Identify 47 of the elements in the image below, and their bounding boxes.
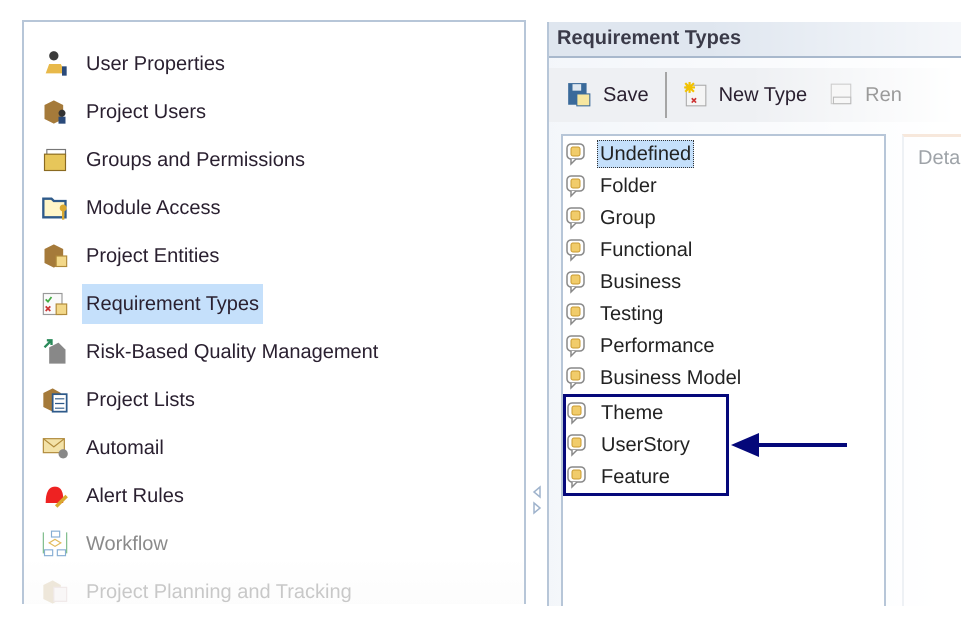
new-item-icon	[682, 82, 707, 108]
box-list-icon	[42, 386, 68, 414]
speech-bubble-icon	[566, 401, 588, 425]
sidebar-item[interactable]: Project Lists	[82, 380, 199, 420]
list-item[interactable]: Performance	[597, 332, 718, 360]
list-item[interactable]: Business Model	[597, 364, 744, 392]
list-item[interactable]: UserStory	[598, 431, 693, 459]
list-item[interactable]: Theme	[598, 399, 666, 427]
box-calendar-icon	[42, 578, 68, 604]
speech-bubble-icon	[565, 142, 587, 166]
checklist-icon	[42, 290, 68, 318]
sidebar-item[interactable]: User Properties	[82, 44, 229, 84]
sidebar-item[interactable]: Project Users	[82, 92, 210, 132]
list-item[interactable]: Group	[597, 204, 659, 232]
speech-bubble-icon	[565, 302, 587, 326]
list-item[interactable]: Folder	[597, 172, 660, 200]
speech-bubble-icon	[565, 238, 587, 262]
flowchart-icon	[42, 530, 68, 558]
box-person-icon	[42, 98, 68, 126]
details-label: Deta	[918, 147, 960, 169]
sidebar-item[interactable]: Automail	[82, 428, 168, 468]
document-arrow-icon	[42, 338, 68, 366]
sidebar-item[interactable]: Groups and Permissions	[82, 140, 309, 180]
speech-bubble-icon	[565, 206, 587, 230]
panel-title: Requirement Types	[549, 22, 961, 58]
list-item[interactable]: Business	[597, 268, 684, 296]
sidebar-item[interactable]: Requirement Types	[82, 284, 264, 324]
sidebar-item[interactable]: Module Access	[82, 188, 225, 228]
speech-bubble-icon	[565, 270, 587, 294]
list-item[interactable]: Functional	[597, 236, 696, 264]
speech-bubble-icon	[566, 433, 588, 457]
box-icon	[42, 242, 68, 270]
toolbar-button[interactable]: New Type	[676, 78, 814, 112]
folders-icon	[42, 146, 68, 174]
sidebar-item[interactable]: Alert Rules	[82, 476, 188, 516]
sidebar-item[interactable]: Project Entities	[82, 236, 224, 276]
splitter-arrows-icon[interactable]	[532, 485, 542, 515]
speech-bubble-icon	[565, 334, 587, 358]
list-item[interactable]: Feature	[598, 463, 673, 491]
list-item[interactable]: Undefined	[597, 140, 694, 168]
toolbar-button[interactable]: Save	[561, 78, 655, 112]
speech-bubble-icon	[566, 465, 588, 489]
speech-bubble-icon	[565, 366, 587, 390]
list-item[interactable]: Testing	[597, 300, 666, 328]
sidebar-item[interactable]: Risk-Based Quality Management	[82, 332, 382, 372]
speech-bubble-icon	[565, 174, 587, 198]
floppy-disk-icon	[567, 82, 591, 108]
